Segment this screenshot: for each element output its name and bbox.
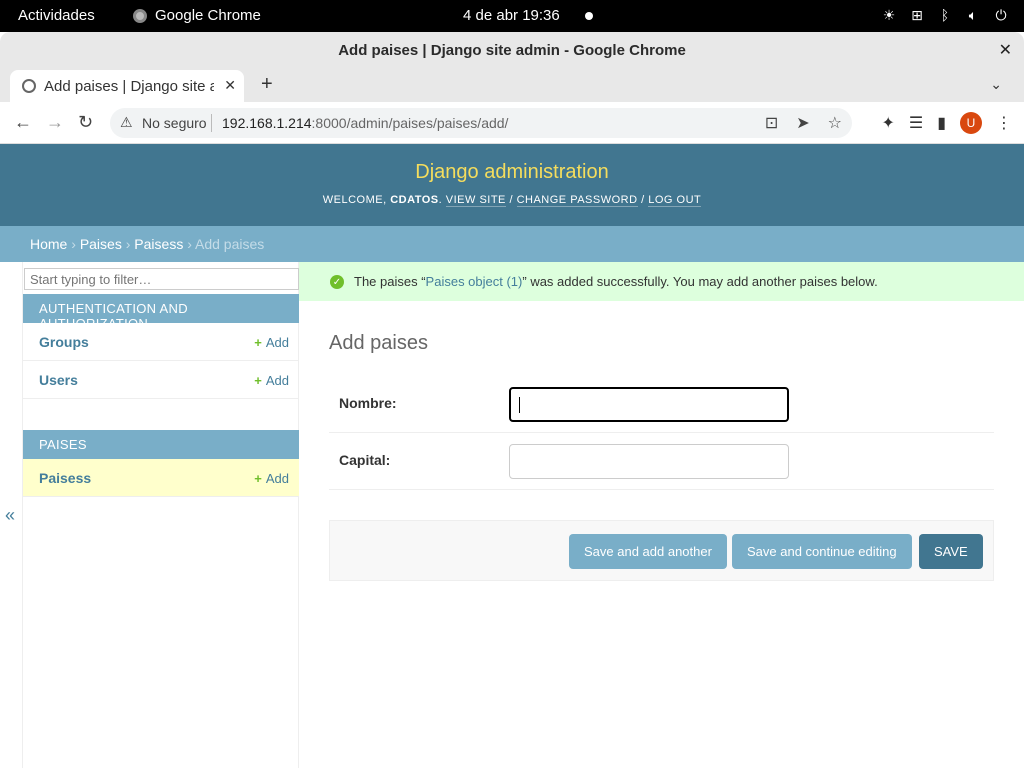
- add-label: Add: [265, 471, 289, 486]
- success-check-icon: ✓: [330, 275, 344, 289]
- add-groups-link[interactable]: + Add: [254, 335, 289, 350]
- module-caption[interactable]: PAISES: [23, 430, 299, 459]
- sidebar-filter-input[interactable]: [24, 268, 299, 290]
- window-title: Add paises | Django site admin - Google …: [338, 42, 686, 59]
- save-and-continue-button[interactable]: Save and continue editing: [732, 534, 912, 569]
- warning-icon[interactable]: ⚠: [120, 114, 133, 131]
- breadcrumb: Home › Paises › Paisess › Add paises: [0, 226, 1024, 262]
- translate-icon[interactable]: ⊡: [765, 113, 778, 133]
- system-tray[interactable]: ☀ ⊞ ᛒ 🔈︎ ⏻: [880, 6, 1010, 24]
- breadcrumb-current: Add paises: [195, 236, 265, 252]
- form-row-capital: Capital:: [329, 433, 994, 490]
- browser-toolbar: ← → ↻ ⚠ No seguro 192.168.1.214:8000/adm…: [0, 102, 1024, 144]
- module-caption[interactable]: AUTHENTICATION AND AUTHORIZATION: [23, 294, 299, 331]
- bookmark-star-icon[interactable]: ☆: [828, 113, 842, 133]
- brightness-icon: ☀: [882, 6, 896, 23]
- page-title: Add paises: [329, 332, 428, 354]
- model-row-users: Users + Add: [23, 361, 299, 399]
- submit-row: Save and add another Save and continue e…: [329, 520, 994, 581]
- address-bar[interactable]: ⚠ No seguro 192.168.1.214:8000/admin/pai…: [110, 108, 852, 138]
- add-label: Add: [265, 335, 289, 350]
- window-close-button[interactable]: ✕: [999, 40, 1012, 60]
- welcome-text: WELCOME,: [322, 194, 387, 206]
- reload-button[interactable]: ↻: [78, 112, 93, 133]
- message-suffix: ” was added successfully. You may add an…: [522, 274, 878, 289]
- address-separator: [211, 114, 212, 132]
- window-titlebar: Add paises | Django site admin - Google …: [0, 32, 1024, 68]
- url-text[interactable]: 192.168.1.214:8000/admin/paises/paises/a…: [222, 115, 508, 131]
- extensions-icon[interactable]: ✦: [881, 113, 894, 133]
- text-caret: [519, 397, 520, 413]
- breadcrumb-model[interactable]: Paisess: [134, 236, 183, 252]
- username: CDATOS: [390, 194, 439, 206]
- add-plus-icon: +: [254, 335, 262, 350]
- message-object-link[interactable]: Paises object (1): [426, 274, 523, 289]
- model-link-users[interactable]: Users: [39, 372, 78, 388]
- change-password-link[interactable]: CHANGE PASSWORD: [516, 194, 638, 207]
- network-icon: ⊞: [911, 6, 923, 23]
- message-prefix: The paises “: [354, 274, 426, 289]
- add-paisess-link[interactable]: + Add: [254, 471, 289, 486]
- log-out-link[interactable]: LOG OUT: [648, 194, 702, 207]
- message-text: The paises “Paises object (1)” was added…: [354, 274, 878, 289]
- django-header: Django administration WELCOME, CDATOS. V…: [0, 144, 1024, 226]
- tab-title: Add paises | Django site admin: [44, 77, 214, 95]
- app-menu[interactable]: Google Chrome: [133, 7, 261, 24]
- tab-strip: Add paises | Django site admin ✕ + ⌄: [0, 68, 1024, 102]
- add-plus-icon: +: [254, 373, 262, 388]
- bluetooth-icon: ᛒ: [940, 7, 950, 23]
- breadcrumb-app[interactable]: Paises: [80, 236, 122, 252]
- system-top-bar: Actividades Google Chrome 4 de abr 19:36…: [0, 0, 1024, 32]
- nombre-label: Nombre:: [339, 395, 397, 411]
- view-site-link[interactable]: VIEW SITE: [445, 194, 506, 207]
- tab-search-button[interactable]: ⌄: [990, 76, 1002, 93]
- form-row-nombre: Nombre:: [329, 376, 994, 433]
- back-button[interactable]: ←: [14, 112, 32, 133]
- capital-field[interactable]: [509, 444, 789, 479]
- chrome-icon: [133, 8, 147, 23]
- menu-kebab-icon[interactable]: ⋮: [996, 113, 1012, 133]
- success-message: ✓ The paises “Paises object (1)” was add…: [299, 262, 1024, 301]
- model-row-groups: Groups + Add: [23, 323, 299, 361]
- nav-sidebar: AUTHENTICATION AND AUTHORIZATION Groups …: [22, 262, 299, 768]
- model-link-groups[interactable]: Groups: [39, 334, 89, 350]
- model-row-paisess: Paisess + Add: [23, 459, 299, 497]
- media-controls-icon[interactable]: ☰: [909, 113, 923, 133]
- new-tab-button[interactable]: +: [261, 73, 273, 96]
- app-name: Google Chrome: [155, 7, 261, 24]
- model-link-paisess[interactable]: Paisess: [39, 470, 91, 486]
- add-label: Add: [265, 373, 289, 388]
- add-plus-icon: +: [254, 471, 262, 486]
- profile-avatar[interactable]: U: [960, 112, 982, 134]
- breadcrumb-home[interactable]: Home: [30, 236, 67, 252]
- volume-icon: 🔈︎: [968, 6, 978, 23]
- url-path: :8000/admin/paises/paises/add/: [311, 115, 509, 131]
- side-panel-icon[interactable]: ▮: [937, 113, 946, 133]
- nombre-field[interactable]: [509, 387, 789, 422]
- activities-button[interactable]: Actividades: [18, 7, 95, 24]
- forward-button[interactable]: →: [46, 112, 64, 133]
- recording-indicator-icon: [585, 12, 593, 20]
- module-auth: AUTHENTICATION AND AUTHORIZATION Groups …: [23, 294, 299, 399]
- url-host: 192.168.1.214: [222, 115, 312, 131]
- toggle-sidebar-button[interactable]: «: [5, 505, 15, 526]
- power-icon: ⏻: [995, 6, 1007, 23]
- save-and-add-another-button[interactable]: Save and add another: [569, 534, 727, 569]
- capital-label: Capital:: [339, 452, 391, 468]
- send-icon[interactable]: ➤: [796, 113, 809, 133]
- save-button[interactable]: SAVE: [919, 534, 983, 569]
- clock[interactable]: 4 de abr 19:36: [463, 7, 560, 24]
- site-branding[interactable]: Django administration: [0, 161, 1024, 184]
- security-label[interactable]: No seguro: [142, 115, 207, 131]
- browser-tab[interactable]: Add paises | Django site admin ✕: [10, 70, 244, 102]
- module-paises: PAISES Paisess + Add: [23, 430, 299, 497]
- tab-close-button[interactable]: ✕: [224, 77, 236, 94]
- user-tools: WELCOME, CDATOS. VIEW SITE / CHANGE PASS…: [322, 194, 702, 207]
- add-users-link[interactable]: + Add: [254, 373, 289, 388]
- favicon-icon: [22, 79, 36, 93]
